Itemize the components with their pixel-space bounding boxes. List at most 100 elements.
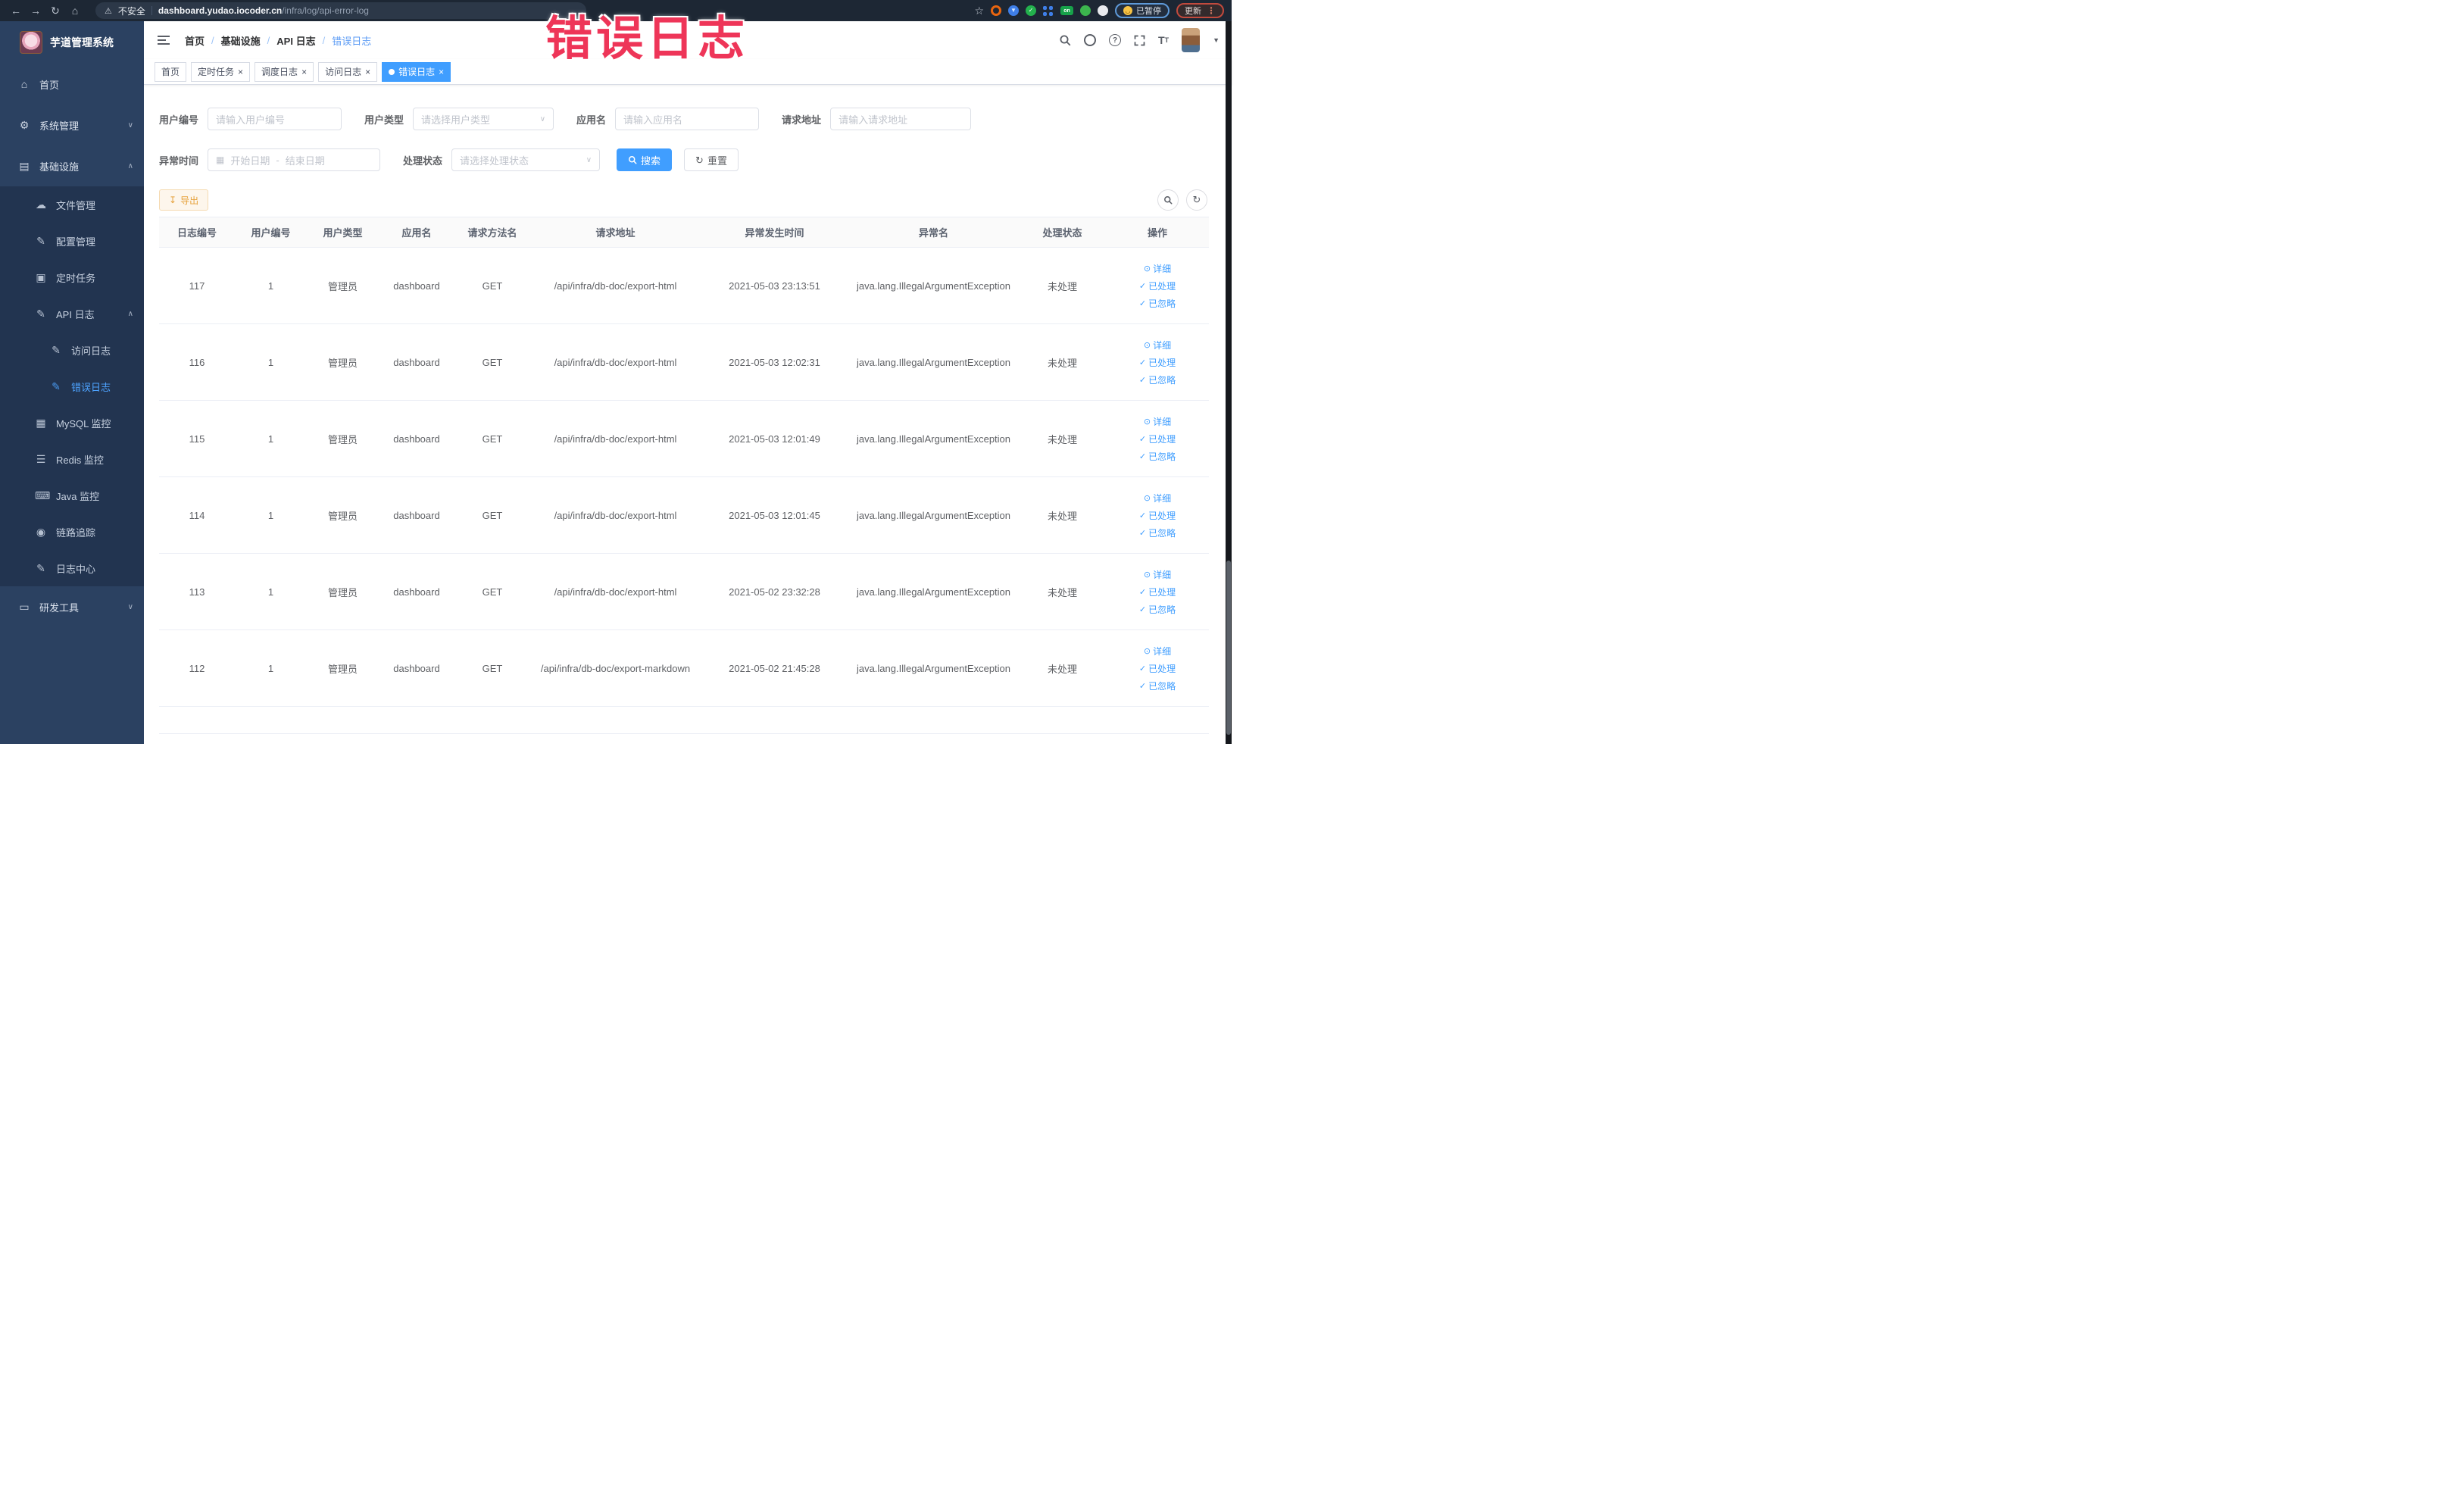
close-icon[interactable]: ×: [365, 67, 370, 77]
processed-action-link[interactable]: ✓ 已处理: [1139, 509, 1176, 522]
ignored-action-link[interactable]: ✓ 已忽略: [1139, 297, 1176, 310]
cell-status: 未处理: [1019, 476, 1106, 554]
browser-reload-icon[interactable]: ↻: [47, 0, 64, 21]
sidebar-item-访问日志[interactable]: ✎ 访问日志: [0, 332, 144, 368]
column-header-异常名: 异常名: [848, 217, 1019, 248]
page-content: 用户编号 请输入用户编号 用户类型 请选择用户类型 ∨ 应用名 请输入应用名 请…: [144, 85, 1232, 744]
breadcrumb-item-基础设施[interactable]: 基础设施: [221, 33, 261, 48]
insecure-label: 不安全: [117, 5, 145, 17]
cell-time: 2021-05-03 12:01:49: [701, 400, 848, 477]
exception-time-label: 异常时间: [159, 155, 199, 167]
sidebar-logo[interactable]: 芋道管理系统: [0, 21, 144, 64]
sidebar-item-Redis-监控[interactable]: ☰ Redis 监控: [0, 441, 144, 477]
export-button[interactable]: ↧ 导出: [159, 189, 209, 211]
extension-green-leaf[interactable]: [1080, 5, 1091, 16]
font-size-icon[interactable]: TT: [1158, 34, 1169, 46]
github-icon[interactable]: [1084, 34, 1097, 46]
sidebar-item-文件管理[interactable]: ☁ 文件管理: [0, 186, 144, 223]
bookmark-star-icon[interactable]: ☆: [974, 5, 984, 17]
extension-puzzle[interactable]: [1098, 5, 1108, 16]
browser-home-icon[interactable]: ⌂: [67, 0, 83, 21]
sidebar-item-基础设施[interactable]: ▤ 基础设施 ∧: [0, 145, 144, 186]
sidebar-collapse-icon[interactable]: [156, 33, 171, 48]
cell-status: 未处理: [1019, 553, 1106, 630]
search-icon[interactable]: [1059, 34, 1071, 46]
search-button[interactable]: 搜索: [617, 148, 673, 171]
sidebar-item-定时任务[interactable]: ▣ 定时任务: [0, 259, 144, 295]
request-url-input[interactable]: 请输入请求地址: [830, 108, 972, 130]
toggle-search-button[interactable]: [1157, 189, 1179, 211]
sidebar-item-API-日志[interactable]: ✎ API 日志 ∧: [0, 295, 144, 332]
sidebar-item-label: 首页: [39, 79, 60, 91]
extension-blue-shield[interactable]: ▼: [1008, 5, 1019, 16]
sidebar-item-首页[interactable]: ⌂ 首页: [0, 64, 144, 105]
extension-green-check[interactable]: ✓: [1026, 5, 1036, 16]
refresh-icon: ↻: [695, 154, 704, 166]
sidebar-item-研发工具[interactable]: ▭ 研发工具 ∨: [0, 586, 144, 627]
detail-action-link[interactable]: ⊙ 详细: [1144, 492, 1171, 505]
ignored-action-link[interactable]: ✓ 已忽略: [1139, 603, 1176, 616]
profile-paused-badge[interactable]: ◡ 已暂停: [1115, 3, 1170, 18]
sidebar-item-系统管理[interactable]: ⚙ 系统管理 ∨: [0, 105, 144, 145]
scrollbar-thumb[interactable]: [1226, 561, 1231, 735]
cell-app_name: dashboard: [379, 476, 454, 554]
tab-错误日志[interactable]: 错误日志 ×: [382, 61, 451, 82]
ignored-action-link[interactable]: ✓ 已忽略: [1139, 450, 1176, 463]
smiley-emoji-icon: ◡: [1123, 6, 1132, 15]
sidebar-item-错误日志[interactable]: ✎ 错误日志: [0, 368, 144, 405]
close-icon[interactable]: ×: [238, 67, 243, 77]
processed-action-link[interactable]: ✓ 已处理: [1139, 433, 1176, 445]
ignored-action-link[interactable]: ✓ 已忽略: [1139, 526, 1176, 539]
browser-menu-icon[interactable]: ⋮: [1207, 5, 1216, 16]
processed-action-link[interactable]: ✓ 已处理: [1139, 356, 1176, 369]
user-type-select[interactable]: 请选择用户类型 ∨: [413, 108, 554, 130]
column-header-请求方法名: 请求方法名: [454, 217, 530, 248]
browser-back-icon[interactable]: ←: [8, 0, 24, 21]
process-status-select[interactable]: 请选择处理状态 ∨: [451, 148, 601, 171]
extension-orange-ring[interactable]: [991, 5, 1001, 16]
close-icon[interactable]: ×: [301, 67, 307, 77]
tab-定时任务[interactable]: 定时任务 ×: [191, 61, 251, 82]
browser-update-button[interactable]: 更新 ⋮: [1176, 3, 1224, 18]
ignored-action-link[interactable]: ✓ 已忽略: [1139, 679, 1176, 692]
close-icon[interactable]: ×: [439, 67, 444, 77]
breadcrumb-item-API-日志[interactable]: API 日志: [276, 33, 315, 48]
sidebar-item-Java-监控[interactable]: ⌨ Java 监控: [0, 477, 144, 514]
page-scrollbar[interactable]: [1226, 21, 1232, 744]
detail-action-link[interactable]: ⊙ 详细: [1144, 645, 1171, 658]
exception-time-range-input[interactable]: ▦ 开始日期 - 结束日期: [208, 148, 381, 171]
reset-button[interactable]: ↻ 重置: [684, 148, 739, 171]
detail-action-link[interactable]: ⊙ 详细: [1144, 262, 1171, 275]
fullscreen-icon[interactable]: [1134, 35, 1145, 46]
tab-首页[interactable]: 首页: [155, 61, 187, 82]
avatar[interactable]: [1182, 28, 1201, 52]
extension-green-on-badge[interactable]: on: [1060, 6, 1073, 15]
extension-blue-grid[interactable]: [1043, 5, 1054, 16]
detail-action-link[interactable]: ⊙ 详细: [1144, 415, 1171, 428]
filter-row-2: 异常时间 ▦ 开始日期 - 结束日期 处理状态 请选择处理状态 ∨ 搜索 ↻ 重…: [159, 148, 1216, 171]
breadcrumb-separator: /: [211, 34, 214, 46]
breadcrumb-item-首页[interactable]: 首页: [185, 33, 205, 48]
app-name-input[interactable]: 请输入应用名: [615, 108, 760, 130]
avatar-caret-icon[interactable]: ▼: [1213, 36, 1220, 44]
sidebar-item-链路追踪[interactable]: ◉ 链路追踪: [0, 514, 144, 550]
tab-调度日志[interactable]: 调度日志 ×: [255, 61, 314, 82]
filter-row-1: 用户编号 请输入用户编号 用户类型 请选择用户类型 ∨ 应用名 请输入应用名 请…: [159, 108, 1216, 130]
processed-action-link[interactable]: ✓ 已处理: [1139, 280, 1176, 292]
detail-action-link[interactable]: ⊙ 详细: [1144, 339, 1171, 351]
processed-action-link[interactable]: ✓ 已处理: [1139, 662, 1176, 675]
processed-action-link[interactable]: ✓ 已处理: [1139, 586, 1176, 598]
sidebar-item-配置管理[interactable]: ✎ 配置管理: [0, 223, 144, 259]
refresh-table-button[interactable]: ↻: [1186, 189, 1207, 211]
address-bar[interactable]: ⚠ 不安全 dashboard.yudao.iocoder.cn/infra/l…: [95, 2, 586, 19]
sidebar-item-日志中心[interactable]: ✎ 日志中心: [0, 550, 144, 586]
browser-forward-icon[interactable]: →: [27, 0, 44, 21]
browser-toolbar: ← → ↻ ⌂ ⚠ 不安全 dashboard.yudao.iocoder.cn…: [0, 0, 1232, 21]
sidebar-item-MySQL-监控[interactable]: ▦ MySQL 监控: [0, 405, 144, 441]
help-icon[interactable]: ?: [1109, 34, 1122, 46]
main-area: 首页 / 基础设施 / API 日志 / 错误日志 ? TT ▼ 首页 定时任务 × 调度日志 × 访…: [144, 21, 1232, 744]
ignored-action-link[interactable]: ✓ 已忽略: [1139, 373, 1176, 386]
user-id-input[interactable]: 请输入用户编号: [208, 108, 342, 130]
tab-访问日志[interactable]: 访问日志 ×: [318, 61, 378, 82]
detail-action-link[interactable]: ⊙ 详细: [1144, 568, 1171, 581]
